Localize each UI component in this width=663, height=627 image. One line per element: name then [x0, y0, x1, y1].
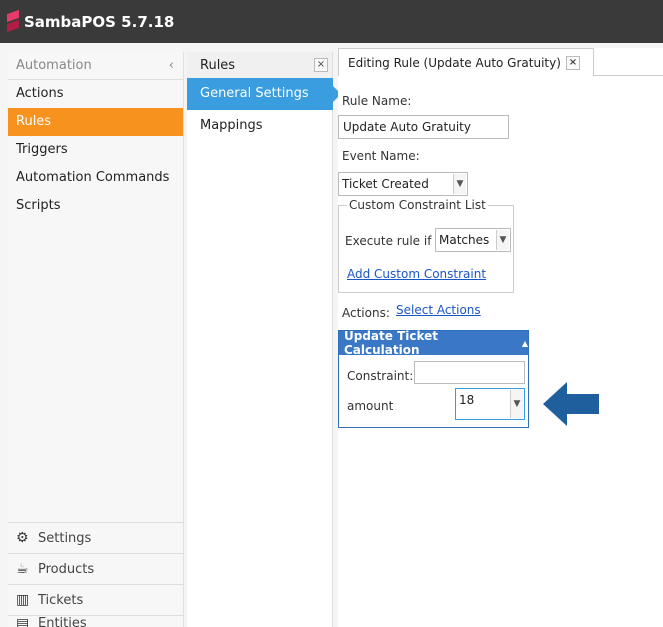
custom-constraint-legend: Custom Constraint List — [347, 198, 488, 212]
tab-rules[interactable]: Rules × — [187, 52, 332, 78]
entities-icon: ▤ — [16, 616, 30, 627]
nav-entities-label: Entities — [38, 616, 87, 627]
actions-label: Actions: — [342, 306, 390, 320]
chevron-down-icon: ▼ — [453, 174, 466, 194]
event-name-select[interactable]: Ticket Created ▼ — [338, 172, 468, 196]
event-name-value: Ticket Created — [342, 177, 429, 191]
pointer-arrow-icon — [543, 382, 599, 426]
action-header[interactable]: Update Ticket Calculation ▲ — [339, 329, 528, 357]
nav-tickets-label: Tickets — [38, 592, 84, 608]
sidebar-item-rules[interactable]: Rules — [8, 108, 183, 136]
execute-rule-value: Matches — [439, 233, 490, 247]
tab-rules-label: Rules — [200, 57, 236, 73]
sidebar-item-triggers[interactable]: Triggers — [8, 136, 183, 164]
rule-name-label: Rule Name: — [342, 94, 412, 108]
action-constraint-input[interactable] — [414, 361, 525, 384]
rule-editor: Editing Rule (Update Auto Gratuity) × Ru… — [338, 48, 663, 627]
chevron-down-icon: ▼ — [496, 230, 509, 250]
execute-rule-select[interactable]: Matches ▼ — [435, 228, 511, 252]
amount-label: amount — [347, 399, 394, 413]
app-title: SambaPOS 5.7.18 — [24, 12, 175, 31]
sambapos-logo-icon — [7, 9, 19, 32]
title-bar: SambaPOS 5.7.18 — [0, 0, 663, 43]
rule-name-input[interactable]: Update Auto Gratuity — [338, 115, 509, 139]
tickets-icon: ▥ — [16, 592, 30, 608]
nav-settings-label: Settings — [38, 530, 92, 546]
action-title: Update Ticket Calculation — [344, 329, 439, 357]
tab-editing-rule[interactable]: Editing Rule (Update Auto Gratuity) × — [338, 48, 594, 76]
nav-entities[interactable]: ▤ Entities — [8, 615, 183, 627]
action-constraint-label: Constraint: — [347, 369, 414, 383]
amount-value: 18 — [459, 393, 475, 407]
sidebar: Automation ‹ Actions Rules Triggers Auto… — [8, 52, 184, 627]
add-custom-constraint-link[interactable]: Add Custom Constraint — [347, 267, 486, 281]
sidebar-item-scripts[interactable]: Scripts — [8, 192, 183, 220]
rules-nav-general-settings[interactable]: General Settings — [187, 78, 341, 110]
execute-rule-label: Execute rule if — [345, 234, 432, 248]
collapse-up-icon[interactable]: ▲ — [522, 339, 528, 348]
amount-combobox[interactable]: 18 ▼ — [455, 388, 525, 420]
chevron-left-icon[interactable]: ‹ — [169, 58, 174, 73]
sidebar-item-actions[interactable]: Actions — [8, 80, 183, 108]
select-actions-link[interactable]: Select Actions — [396, 303, 481, 317]
coffee-icon: ☕ — [16, 561, 29, 577]
nav-products-label: Products — [38, 561, 95, 577]
nav-settings[interactable]: ⚙ Settings — [8, 522, 183, 553]
sidebar-item-automation-commands[interactable]: Automation Commands — [8, 164, 183, 192]
chevron-down-icon: ▼ — [510, 390, 523, 418]
event-name-label: Event Name: — [342, 149, 420, 163]
tab-editing-rule-label: Editing Rule (Update Auto Gratuity) — [348, 55, 561, 70]
gear-icon: ⚙ — [16, 530, 29, 546]
action-update-ticket-calculation: Update Ticket Calculation ▲ Constraint: … — [338, 329, 529, 428]
close-icon[interactable]: × — [314, 58, 328, 72]
rules-nav-mappings[interactable]: Mappings — [187, 110, 332, 142]
custom-constraint-group: Custom Constraint List Execute rule if M… — [338, 198, 514, 293]
tab-strip-line — [594, 75, 663, 76]
sidebar-bottom-nav: ⚙ Settings ☕ Products ▥ Tickets ▤ Entiti… — [8, 522, 183, 627]
close-icon[interactable]: × — [565, 55, 580, 70]
nav-tickets[interactable]: ▥ Tickets — [8, 584, 183, 615]
sidebar-header-label: Automation — [16, 58, 92, 73]
rules-panel: Rules × General Settings Mappings — [187, 52, 341, 627]
sidebar-header[interactable]: Automation ‹ — [8, 52, 183, 80]
nav-products[interactable]: ☕ Products — [8, 553, 183, 584]
